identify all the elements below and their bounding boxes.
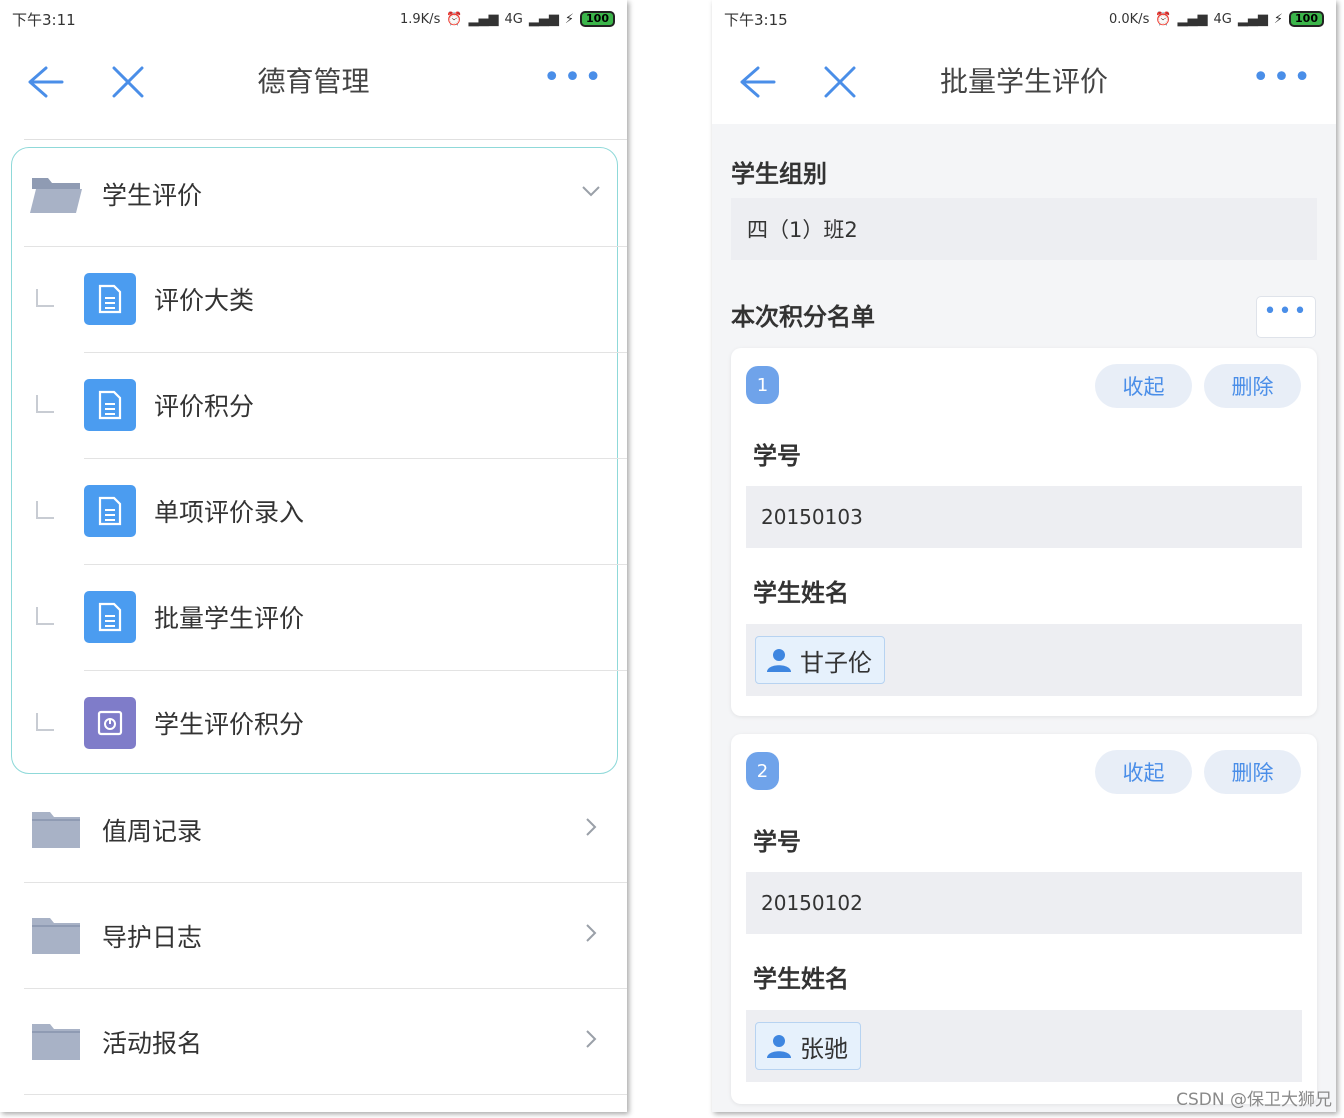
document-icon bbox=[84, 379, 136, 431]
student-tag[interactable]: 甘子伦 bbox=[755, 636, 885, 684]
menu-item-evaluation-points[interactable]: 评价积分 bbox=[24, 353, 627, 459]
chevron-right-icon[interactable] bbox=[581, 1029, 601, 1049]
alarm-icon: ⏰ bbox=[1155, 11, 1172, 27]
collapse-button[interactable]: 收起 bbox=[1095, 750, 1192, 794]
signal-icon: ▂▄▆ bbox=[468, 11, 499, 27]
alarm-icon: ⏰ bbox=[446, 11, 463, 27]
charging-icon: ⚡ bbox=[564, 11, 575, 27]
menu-item-student-evaluation-points[interactable]: 学生评价积分 bbox=[24, 671, 627, 777]
student-id-label: 学号 bbox=[753, 442, 801, 470]
menu-item-label: 评价大类 bbox=[154, 286, 255, 315]
list-more-button[interactable]: ••• bbox=[1256, 296, 1316, 338]
status-bar: 下午3:15 0.0K/s ⏰ ▂▄▆ 4G ▂▄▆ ⚡ 100 bbox=[712, 0, 1336, 38]
battery-icon: 100 bbox=[1289, 11, 1324, 27]
student-group-field[interactable]: 四（1）班2 bbox=[731, 198, 1317, 260]
tree-connector bbox=[36, 395, 54, 413]
network-type: 4G bbox=[504, 11, 523, 27]
student-group-label: 学生组别 bbox=[731, 160, 827, 188]
person-icon bbox=[767, 649, 791, 672]
tree-connector bbox=[36, 289, 54, 307]
page-title: 德育管理 bbox=[257, 65, 370, 98]
collapse-button[interactable]: 收起 bbox=[1095, 364, 1192, 408]
student-id-field[interactable]: 20150102 bbox=[746, 872, 1302, 934]
student-tag[interactable]: 张驰 bbox=[755, 1022, 861, 1070]
group-label: 值周记录 bbox=[102, 816, 203, 846]
watermark: CSDN @保卫大狮兄 bbox=[1176, 1090, 1332, 1110]
tree-connector bbox=[36, 607, 54, 625]
navigation-bar: 批量学生评价 ••• bbox=[712, 38, 1336, 126]
battery-icon: 100 bbox=[580, 11, 615, 27]
student-entry-card: 2 收起 删除 学号 20150102 学生姓名 张驰 bbox=[731, 734, 1317, 1104]
group-guard-log[interactable]: 导护日志 bbox=[24, 883, 627, 989]
more-options-icon[interactable]: ••• bbox=[543, 63, 605, 93]
network-speed: 1.9K/s bbox=[399, 11, 441, 27]
more-options-icon[interactable]: ••• bbox=[1252, 63, 1314, 93]
open-folder-icon bbox=[30, 177, 82, 213]
tree-connector bbox=[36, 501, 54, 519]
signal-icon-2: ▂▄▆ bbox=[1237, 11, 1268, 27]
folder-icon bbox=[32, 917, 80, 954]
menu-item-label: 学生评价积分 bbox=[154, 710, 305, 739]
menu-item-batch-student-evaluation[interactable]: 批量学生评价 bbox=[24, 565, 627, 671]
menu-item-label: 单项评价录入 bbox=[154, 498, 305, 527]
student-name-field[interactable]: 张驰 bbox=[746, 1010, 1302, 1082]
status-time: 下午3:15 bbox=[724, 10, 788, 29]
person-icon bbox=[767, 1035, 791, 1058]
student-name: 甘子伦 bbox=[800, 648, 872, 677]
document-icon bbox=[84, 273, 136, 325]
folder-icon bbox=[32, 811, 80, 848]
delete-button[interactable]: 删除 bbox=[1204, 750, 1301, 794]
left-phone-screen: 下午3:11 1.9K/s ⏰ ▂▄▆ 4G ▂▄▆ ⚡ 100 德育管理 ••… bbox=[0, 0, 627, 1112]
document-icon bbox=[84, 591, 136, 643]
charging-icon: ⚡ bbox=[1273, 11, 1284, 27]
chevron-right-icon[interactable] bbox=[581, 817, 601, 837]
group-label: 导护日志 bbox=[102, 922, 203, 952]
group-activity-signup[interactable]: 活动报名 bbox=[24, 989, 627, 1095]
status-time: 下午3:11 bbox=[12, 10, 76, 29]
network-speed: 0.0K/s bbox=[1108, 11, 1150, 27]
signal-icon-2: ▂▄▆ bbox=[528, 11, 559, 27]
student-name-label: 学生姓名 bbox=[753, 965, 849, 993]
document-icon bbox=[84, 485, 136, 537]
delete-button[interactable]: 删除 bbox=[1204, 364, 1301, 408]
score-list-label: 本次积分名单 bbox=[731, 303, 875, 331]
student-entry-card: 1 收起 删除 学号 20150103 学生姓名 甘子伦 bbox=[731, 348, 1317, 716]
student-id-field[interactable]: 20150103 bbox=[746, 486, 1302, 548]
student-name: 张驰 bbox=[800, 1034, 848, 1063]
network-type: 4G bbox=[1213, 11, 1232, 27]
chevron-right-icon[interactable] bbox=[581, 923, 601, 943]
entry-number-badge: 1 bbox=[746, 366, 779, 404]
group-weekly-duty-record[interactable]: 值周记录 bbox=[24, 777, 627, 883]
divider bbox=[24, 139, 627, 140]
menu-item-label: 批量学生评价 bbox=[154, 604, 305, 633]
signal-icon: ▂▄▆ bbox=[1177, 11, 1208, 27]
student-name-label: 学生姓名 bbox=[753, 579, 849, 607]
status-bar: 下午3:11 1.9K/s ⏰ ▂▄▆ 4G ▂▄▆ ⚡ 100 bbox=[0, 0, 627, 38]
menu-item-evaluation-category[interactable]: 评价大类 bbox=[24, 247, 627, 353]
tree-connector bbox=[36, 713, 54, 731]
menu-item-single-evaluation-entry[interactable]: 单项评价录入 bbox=[24, 459, 627, 565]
page-title: 批量学生评价 bbox=[939, 65, 1108, 98]
entry-number-badge: 2 bbox=[746, 752, 779, 790]
student-name-field[interactable]: 甘子伦 bbox=[746, 624, 1302, 696]
folder-icon bbox=[32, 1023, 80, 1060]
chevron-down-icon[interactable] bbox=[581, 181, 601, 201]
report-icon bbox=[84, 697, 136, 749]
group-student-evaluation[interactable]: 学生评价 bbox=[24, 141, 627, 247]
navigation-bar: 德育管理 ••• bbox=[0, 38, 627, 126]
group-label: 活动报名 bbox=[102, 1028, 203, 1058]
group-label: 学生评价 bbox=[102, 180, 203, 210]
student-id-label: 学号 bbox=[753, 828, 801, 856]
right-phone-screen: 下午3:15 0.0K/s ⏰ ▂▄▆ 4G ▂▄▆ ⚡ 100 批量学生评价 … bbox=[712, 0, 1336, 1112]
menu-item-label: 评价积分 bbox=[154, 392, 255, 421]
